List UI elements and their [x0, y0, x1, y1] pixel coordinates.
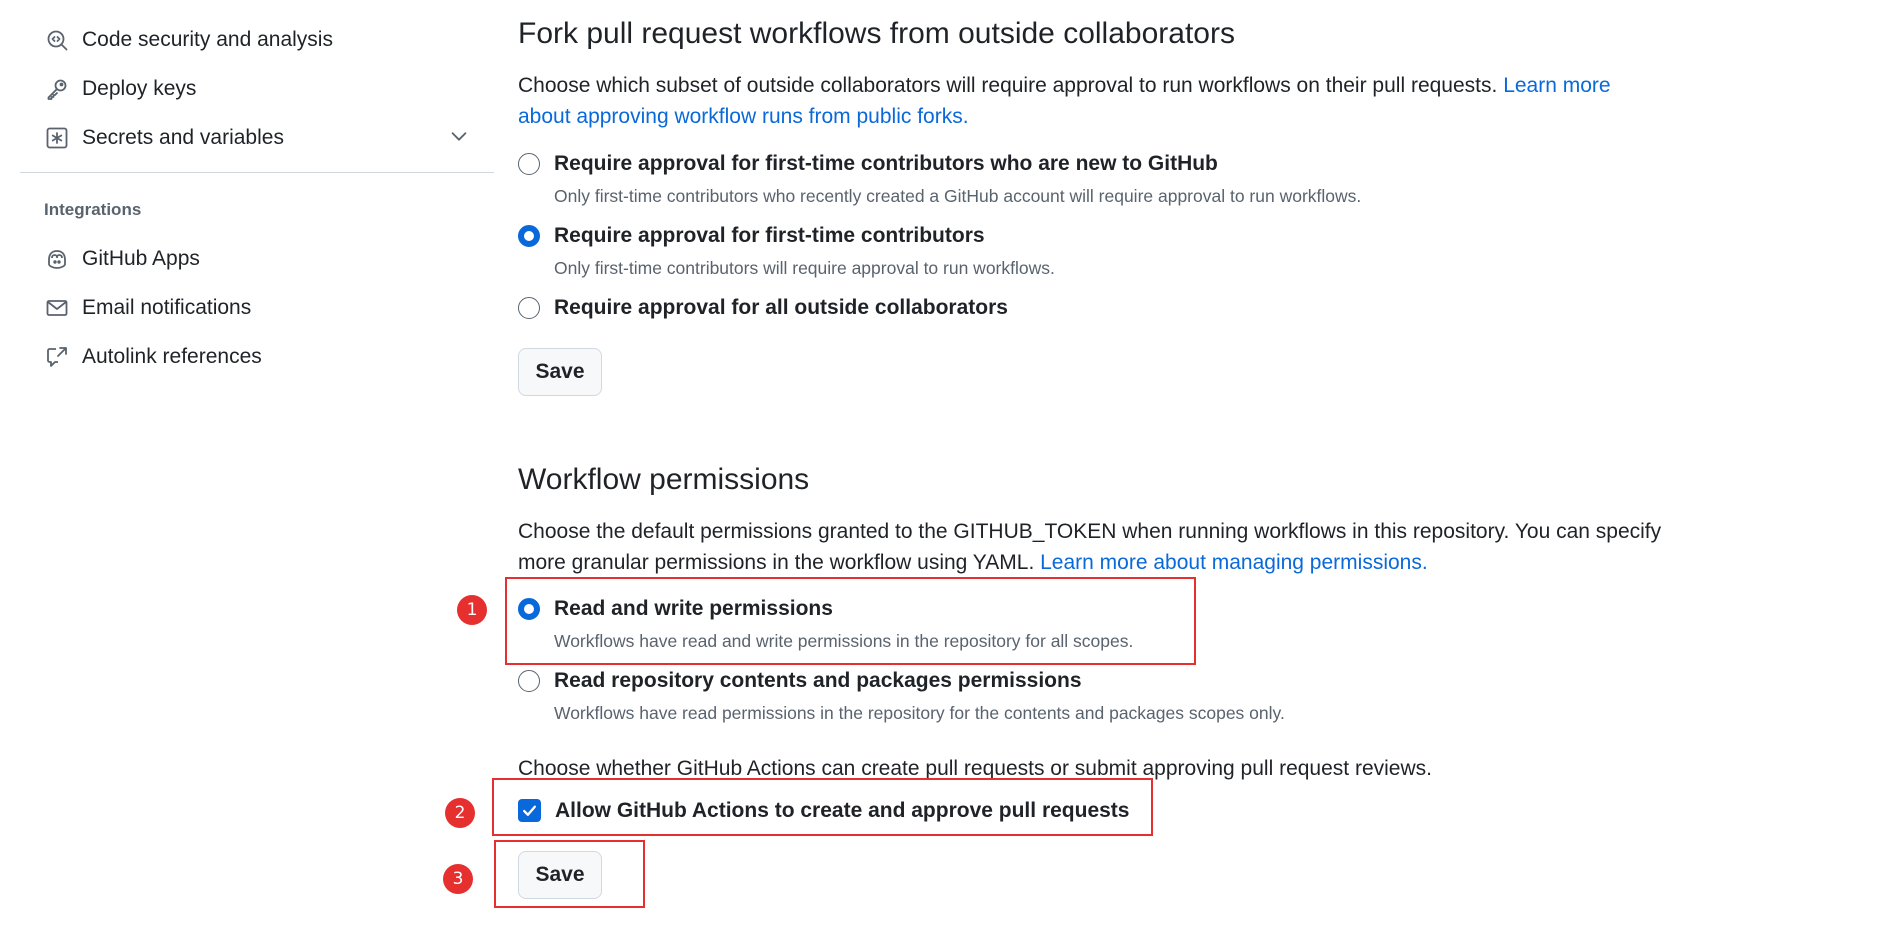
option-description: Only first-time contributors will requir…: [554, 258, 1055, 278]
radio-button[interactable]: [518, 297, 540, 319]
key-icon: [44, 76, 70, 102]
sidebar-item-label: Deploy keys: [82, 77, 197, 100]
codescan-icon: [44, 27, 70, 53]
fork-description-text: Choose which subset of outside collabora…: [518, 74, 1498, 97]
asterisk-icon: [44, 125, 70, 151]
workflow-permissions-title: Workflow permissions: [518, 463, 810, 496]
sidebar-divider: [20, 172, 494, 173]
sidebar-item-github-apps[interactable]: GitHub Apps: [44, 241, 200, 277]
sidebar-item-label: Secrets and variables: [82, 126, 284, 149]
option-description: Only first-time contributors who recentl…: [554, 186, 1362, 206]
sidebar-group-heading: Integrations: [44, 200, 142, 219]
radio-button[interactable]: [518, 153, 540, 175]
mail-icon: [44, 295, 70, 321]
option-label: Require approval for all outside collabo…: [554, 296, 1008, 319]
fork-save-button[interactable]: Save: [518, 348, 602, 396]
permission-option-read-only[interactable]: Read repository contents and packages pe…: [518, 668, 1082, 694]
fork-section-title: Fork pull request workflows from outside…: [518, 17, 1235, 50]
sidebar-item-label: GitHub Apps: [82, 247, 200, 270]
annotation-badge-3: 3: [443, 864, 473, 894]
radio-button-selected[interactable]: [518, 225, 540, 247]
annotation-box-3: [494, 840, 645, 908]
manage-permissions-link[interactable]: Learn more about managing permissions.: [1040, 551, 1428, 574]
fork-option-new-to-github[interactable]: Require approval for first-time contribu…: [518, 151, 1218, 177]
chevron-down-icon[interactable]: [448, 125, 470, 147]
sidebar-item-label: Autolink references: [82, 345, 262, 368]
annotation-box-1: [505, 577, 1196, 665]
cross-reference-icon: [44, 344, 70, 370]
annotation-badge-1: 1: [457, 595, 487, 625]
copilot-apps-icon: [44, 246, 70, 272]
option-label: Require approval for first-time contribu…: [554, 152, 1218, 175]
annotation-badge-2: 2: [445, 798, 475, 828]
sidebar-item-deploy-keys[interactable]: Deploy keys: [44, 71, 196, 107]
sidebar-item-code-security[interactable]: Code security and analysis: [44, 22, 333, 58]
fork-option-first-time[interactable]: Require approval for first-time contribu…: [518, 223, 985, 249]
annotation-box-2: [492, 778, 1153, 836]
sidebar-item-email-notifications[interactable]: Email notifications: [44, 290, 251, 326]
sidebar-item-secrets-and-variables[interactable]: Secrets and variables: [44, 120, 494, 156]
option-description: Workflows have read permissions in the r…: [554, 703, 1285, 723]
sidebar-item-autolink-references[interactable]: Autolink references: [44, 339, 262, 375]
fork-option-all-outside[interactable]: Require approval for all outside collabo…: [518, 295, 1008, 321]
sidebar-item-label: Code security and analysis: [82, 28, 333, 51]
option-label: Require approval for first-time contribu…: [554, 224, 985, 247]
sidebar-item-label: Email notifications: [82, 296, 252, 319]
radio-button[interactable]: [518, 670, 540, 692]
workflow-permissions-description: Choose the default permissions granted t…: [518, 516, 1668, 578]
fork-section-description: Choose which subset of outside collabora…: [518, 70, 1668, 132]
option-label: Read repository contents and packages pe…: [554, 669, 1082, 692]
